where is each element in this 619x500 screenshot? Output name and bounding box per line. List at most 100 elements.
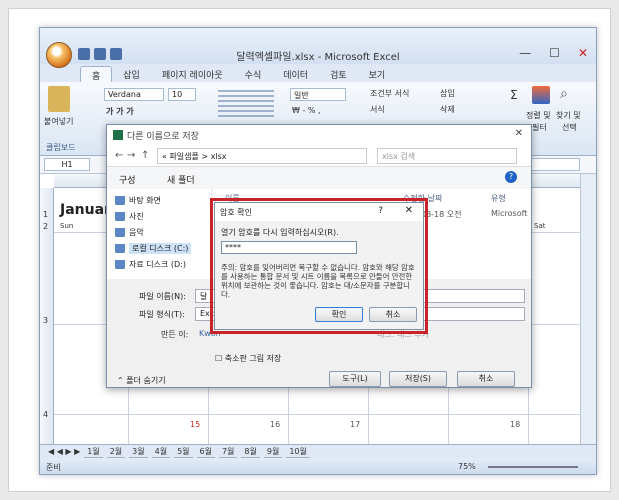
nav-pictures[interactable]: 사진 xyxy=(115,211,144,222)
col-type-header[interactable]: 유형 xyxy=(491,193,506,204)
forward-arrow-icon[interactable]: → xyxy=(127,150,135,161)
insert-cells-button[interactable]: 삽입 xyxy=(440,88,455,99)
tab-view[interactable]: 보기 xyxy=(358,66,397,82)
excel-window: 달력엑셀파일.xlsx - Microsoft Excel — ☐ ✕ 홈 삽입… xyxy=(39,27,597,475)
sheet-nav-arrows[interactable]: ◀ ◀ ▶ ▶ xyxy=(48,447,80,456)
tab-formulas[interactable]: 수식 xyxy=(234,66,273,82)
nav-music[interactable]: 음악 xyxy=(115,227,144,238)
tab-insert[interactable]: 삽입 xyxy=(112,66,151,82)
save-button[interactable]: 저장(S) xyxy=(389,371,447,387)
paste-icon[interactable] xyxy=(48,86,70,112)
hide-folders-button[interactable]: ⌃ 폴더 숨기기 xyxy=(117,375,166,386)
font-size-select[interactable]: 10 xyxy=(168,88,196,101)
bold-italic-underline-buttons[interactable]: 가 가 가 xyxy=(106,106,134,117)
vertical-scrollbar[interactable] xyxy=(580,174,596,444)
screenshot-frame: 달력엑셀파일.xlsx - Microsoft Excel — ☐ ✕ 홈 삽입… xyxy=(8,8,611,492)
filename-label: 파일 이름(N): xyxy=(139,292,186,301)
clipboard-group-label: 클립보드 xyxy=(46,143,76,152)
help-icon[interactable]: ? xyxy=(505,171,517,183)
new-folder-button[interactable]: 새 폴더 xyxy=(167,173,195,186)
tab-data[interactable]: 데이터 xyxy=(272,66,319,82)
address-bar-row: ← → ↑ « 파일샘플 > xlsx xlsx 검색 xyxy=(107,145,531,167)
sheet-tabs: ◀ ◀ ▶ ▶ 1월 2월 3월 4월 5월 6월 7월 8월 9월 10월 xyxy=(40,444,596,458)
back-arrow-icon[interactable]: ← xyxy=(115,150,123,161)
sheet-tab-8[interactable]: 8월 xyxy=(241,446,260,458)
navigation-pane: 바탕 화면 사진 음악 로컬 디스크 (C:) 자료 디스크 (D:) xyxy=(107,189,211,279)
find-select-label[interactable]: 찾기 및 xyxy=(556,110,581,121)
sort-filter-label[interactable]: 정렬 및 xyxy=(526,110,551,121)
window-title: 달력엑셀파일.xlsx - Microsoft Excel xyxy=(236,52,400,63)
sheet-tab-10[interactable]: 10월 xyxy=(286,446,310,458)
save-as-close-icon[interactable]: ✕ xyxy=(515,128,523,139)
nav-desktop[interactable]: 바탕 화면 xyxy=(115,195,161,206)
sheet-tab-4[interactable]: 4월 xyxy=(151,446,171,458)
title-bar: 달력엑셀파일.xlsx - Microsoft Excel — ☐ ✕ xyxy=(40,28,596,64)
sheet-tab-3[interactable]: 3월 xyxy=(129,446,148,458)
ribbon-tabs: 홈 삽입 페이지 레이아웃 수식 데이터 검토 보기 xyxy=(80,66,396,82)
sheet-tab-1[interactable]: 1월 xyxy=(84,446,103,458)
search-input[interactable]: xlsx 검색 xyxy=(377,148,517,164)
row-number-4: 4 xyxy=(43,410,49,419)
highlight-box xyxy=(210,198,428,334)
weekday-sat: Sat xyxy=(534,222,546,230)
row-header: 1 2 3 4 xyxy=(40,188,54,448)
sheet-tab-5[interactable]: 5월 xyxy=(174,446,193,458)
maximize-icon[interactable]: ☐ xyxy=(549,46,560,60)
day-16: 16 xyxy=(270,420,281,429)
tab-review[interactable]: 검토 xyxy=(319,66,358,82)
drive-icon xyxy=(115,244,125,253)
pictures-icon xyxy=(115,212,125,221)
tab-page-layout[interactable]: 페이지 레이아웃 xyxy=(151,66,234,82)
weekday-sun: Sun xyxy=(60,222,74,230)
zoom-slider[interactable] xyxy=(488,466,578,468)
window-controls: — ☐ ✕ xyxy=(519,46,588,60)
author-label: 만든 이: xyxy=(161,330,189,339)
select-label[interactable]: 선택 xyxy=(562,122,577,133)
file-type: Microsoft xyxy=(491,209,528,218)
currency-percent-buttons[interactable]: ₩ - % , xyxy=(292,106,321,115)
filter-label[interactable]: 필터 xyxy=(532,122,547,133)
excel-app-icon xyxy=(113,130,123,140)
align-icons[interactable] xyxy=(218,90,274,118)
save-as-titlebar: 다른 이름으로 저장 ✕ xyxy=(107,125,531,145)
delete-cells-button[interactable]: 삭제 xyxy=(440,104,455,115)
sheet-tab-9[interactable]: 9월 xyxy=(263,446,283,458)
zoom-level[interactable]: 75% xyxy=(458,462,476,471)
sheet-tab-7[interactable]: 7월 xyxy=(218,446,238,458)
tab-home[interactable]: 홈 xyxy=(80,66,113,82)
desktop-icon xyxy=(115,196,125,205)
format-as-table-button[interactable]: 서식 xyxy=(370,104,385,115)
up-arrow-icon[interactable]: ↑ xyxy=(141,150,149,161)
day-17: 17 xyxy=(350,420,361,429)
calendar-title: Januar xyxy=(60,202,111,218)
music-icon xyxy=(115,228,125,237)
save-as-toolbar: 구성 새 폴더 ? xyxy=(107,167,531,189)
number-format-select[interactable]: 일반 xyxy=(290,88,346,101)
nav-local-disk-c[interactable]: 로컬 디스크 (C:) xyxy=(115,243,192,254)
status-ready: 준비 xyxy=(46,463,61,472)
tools-button[interactable]: 도구(L) xyxy=(329,371,381,387)
sheet-tab-2[interactable]: 2월 xyxy=(106,446,126,458)
sort-filter-icon[interactable] xyxy=(532,86,550,104)
font-name-select[interactable]: Verdana xyxy=(104,88,164,101)
status-bar: 준비 75% xyxy=(40,458,596,474)
drive-icon xyxy=(115,260,125,269)
nav-data-disk-d[interactable]: 자료 디스크 (D:) xyxy=(115,259,186,270)
find-binoculars-icon[interactable]: ⌕ xyxy=(560,86,568,102)
sum-icon[interactable]: Σ xyxy=(510,88,518,102)
sheet-tab-6[interactable]: 6월 xyxy=(196,446,215,458)
minimize-icon[interactable]: — xyxy=(519,46,531,60)
paste-button-label[interactable]: 붙여넣기 xyxy=(44,116,73,127)
cancel-button[interactable]: 취소 xyxy=(457,371,515,387)
office-button[interactable] xyxy=(46,42,72,68)
row-number-1: 1 xyxy=(43,210,49,219)
day-18: 18 xyxy=(510,420,521,429)
close-icon[interactable]: ✕ xyxy=(578,46,588,60)
row-number-2: 2 xyxy=(43,222,49,231)
thumbnail-checkbox[interactable]: ☐ 축소판 그림 저장 xyxy=(215,353,281,364)
conditional-format-button[interactable]: 조건부 서식 xyxy=(370,88,409,99)
name-box[interactable]: H1 xyxy=(44,158,90,171)
row-number-3: 3 xyxy=(43,316,49,325)
address-bar[interactable]: « 파일샘플 > xlsx xyxy=(157,148,367,164)
organize-button[interactable]: 구성 xyxy=(119,173,136,186)
